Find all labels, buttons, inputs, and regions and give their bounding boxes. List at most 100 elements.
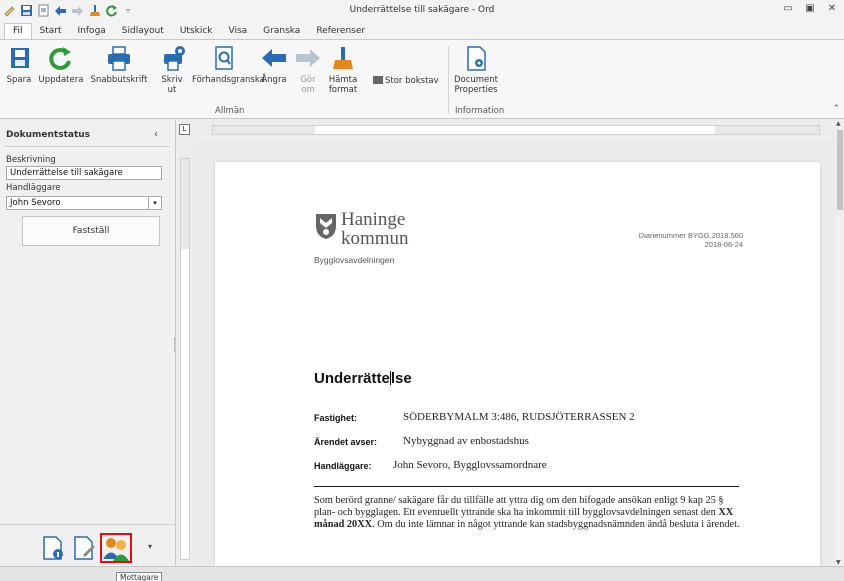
property-label: Fastighet:	[314, 413, 358, 423]
group-label-general: Allmän	[215, 106, 245, 116]
document-page[interactable]: Haninge kommun Bygglovsavdelningen Diari…	[215, 162, 820, 566]
ruler-text-area	[181, 249, 189, 559]
undo-label: Ångra	[261, 75, 287, 85]
vertical-scrollbar[interactable]: ▲ ▼	[836, 120, 844, 566]
matter-label: Ärendet avser:	[314, 437, 378, 447]
scroll-up-icon[interactable]: ▲	[836, 120, 841, 127]
horizontal-rule	[314, 486, 739, 487]
update-label: Uppdatera	[38, 75, 84, 85]
heading-text-b: lse	[390, 370, 412, 387]
recipients-button[interactable]	[100, 533, 132, 563]
minimize-icon[interactable]: ▭	[780, 3, 796, 17]
quick-print-label: Snabbutskrift	[90, 75, 148, 85]
save-button[interactable]: Spara	[6, 46, 32, 85]
description-field[interactable]: Underrättelse till sakägare	[6, 166, 162, 180]
window-title: Underrättelse till sakägare - Ord	[349, 5, 495, 15]
ribbon: Spara Uppdatera Snabbutskrift Skriv ut F…	[0, 39, 844, 119]
redo-button[interactable]: Gör om	[293, 46, 323, 95]
tab-file[interactable]: Fil	[4, 23, 32, 39]
tab-start[interactable]: Start	[32, 24, 70, 39]
chevron-down-icon[interactable]: ▾	[148, 542, 152, 551]
save-icon	[11, 48, 29, 68]
collapse-panel-icon[interactable]: ‹	[154, 129, 158, 140]
title-bar: ▿ Underrättelse till sakägare - Ord ▭ ▣ …	[0, 0, 844, 22]
document-properties-label-2: Properties	[454, 85, 498, 95]
tab-references[interactable]: Referenser	[308, 24, 373, 39]
haninge-logo-icon	[316, 214, 336, 239]
document-status-panel: Dokumentstatus ‹ Beskrivning Underrättel…	[0, 120, 176, 567]
uppercase-label: Stor bokstav	[385, 76, 439, 86]
ruler-text-area	[315, 126, 715, 134]
fetch-format-label-2: format	[328, 85, 358, 95]
confirm-button[interactable]: Fastställ	[22, 216, 160, 246]
uppercase-button[interactable]: Stor bokstav	[373, 76, 443, 86]
diarienummer: Diarienummer BYGG.2018.560	[638, 231, 743, 240]
undo-button[interactable]: Ångra	[260, 46, 288, 85]
document-date: 2018-06-24	[704, 240, 743, 249]
description-label: Beskrivning	[6, 155, 56, 165]
body-text-1: Som berörd granne/ sakägare får du tillf…	[314, 495, 724, 518]
scroll-down-icon[interactable]: ▼	[836, 559, 841, 566]
redo-icon	[296, 49, 320, 67]
window-controls: ▭ ▣ ✕	[780, 3, 840, 17]
print-button[interactable]: Skriv ut	[160, 46, 185, 95]
maximize-icon[interactable]: ▣	[802, 3, 818, 17]
heading-text-a: Underrätte	[314, 370, 390, 387]
fetch-format-button[interactable]: Hämta format	[326, 46, 360, 95]
quick-print-button[interactable]: Snabbutskrift	[88, 46, 150, 85]
document-properties-label-1: Document	[453, 75, 499, 85]
handler-value: John Sevoro	[10, 198, 61, 208]
redo-label: Gör om	[300, 75, 316, 95]
print-label-2: ut	[167, 85, 177, 95]
document-heading[interactable]: Underrättelse	[314, 370, 412, 387]
format-painter-icon	[333, 47, 353, 69]
update-button[interactable]: Uppdatera	[38, 46, 84, 85]
vertical-ruler[interactable]	[180, 158, 190, 560]
tab-insert[interactable]: Infoga	[70, 24, 114, 39]
preview-label: Förhandsgranska	[192, 75, 265, 85]
handler-select[interactable]: John Sevoro ▾	[6, 196, 162, 210]
chevron-down-icon[interactable]: ▾	[148, 197, 161, 209]
document-info-icon[interactable]	[40, 535, 66, 561]
uppercase-icon	[373, 76, 383, 84]
document-properties-icon	[467, 46, 486, 71]
reference-block: Diarienummer BYGG.2018.560 2018-06-24	[639, 231, 743, 249]
collapse-ribbon-icon[interactable]: ⌃	[832, 104, 840, 114]
department: Bygglovsavdelningen	[314, 255, 395, 265]
document-edit-icon[interactable]	[71, 535, 97, 561]
panel-view-switcher: ▾	[0, 524, 176, 567]
preview-button[interactable]: Förhandsgranska	[192, 46, 265, 85]
save-label: Spara	[6, 75, 32, 85]
panel-divider	[4, 146, 170, 147]
undo-icon	[262, 49, 286, 67]
ribbon-tabs: Fil Start Infoga Sidlayout Utskick Visa …	[0, 22, 844, 39]
handler-doc-label: Handläggare:	[314, 461, 372, 471]
matter-value: Nybyggnad av enbostadshus	[403, 435, 529, 447]
panel-title: Dokumentstatus	[6, 130, 91, 140]
handler-doc-value: John Sevoro, Bygglovssamordnare	[393, 459, 547, 471]
body-text-2: . Om du inte lämnar in något yttrande ka…	[372, 519, 740, 530]
property-value: SÖDERBYMALM 3:486, RUDSJÖTERRASSEN 2	[403, 411, 635, 423]
tab-mailings[interactable]: Utskick	[172, 24, 221, 39]
tab-review[interactable]: Granska	[255, 24, 308, 39]
print-preview-icon	[215, 46, 233, 70]
recipients-tooltip: Mottagare	[116, 572, 163, 581]
printer-icon	[108, 46, 130, 71]
print-settings-icon	[164, 46, 185, 71]
document-canvas[interactable]: Haninge kommun Bygglovsavdelningen Diari…	[196, 140, 836, 566]
tab-layout[interactable]: Sidlayout	[114, 24, 172, 39]
document-properties-button[interactable]: Document Properties	[452, 46, 500, 95]
scrollbar-thumb[interactable]	[837, 130, 843, 210]
handler-label: Handläggare	[6, 183, 61, 193]
panel-resize-grip[interactable]	[174, 338, 176, 352]
print-label-1: Skriv	[161, 75, 183, 85]
tab-view[interactable]: Visa	[221, 24, 256, 39]
body-paragraph: Som berörd granne/ sakägare får du tillf…	[314, 495, 744, 531]
horizontal-ruler[interactable]	[212, 125, 820, 135]
recipients-icon	[103, 538, 129, 561]
close-icon[interactable]: ✕	[824, 3, 840, 17]
logo-text: kommun	[341, 228, 409, 249]
tab-selector[interactable]: L	[179, 124, 190, 135]
fetch-format-label-1: Hämta	[328, 75, 358, 85]
group-separator	[448, 46, 449, 114]
